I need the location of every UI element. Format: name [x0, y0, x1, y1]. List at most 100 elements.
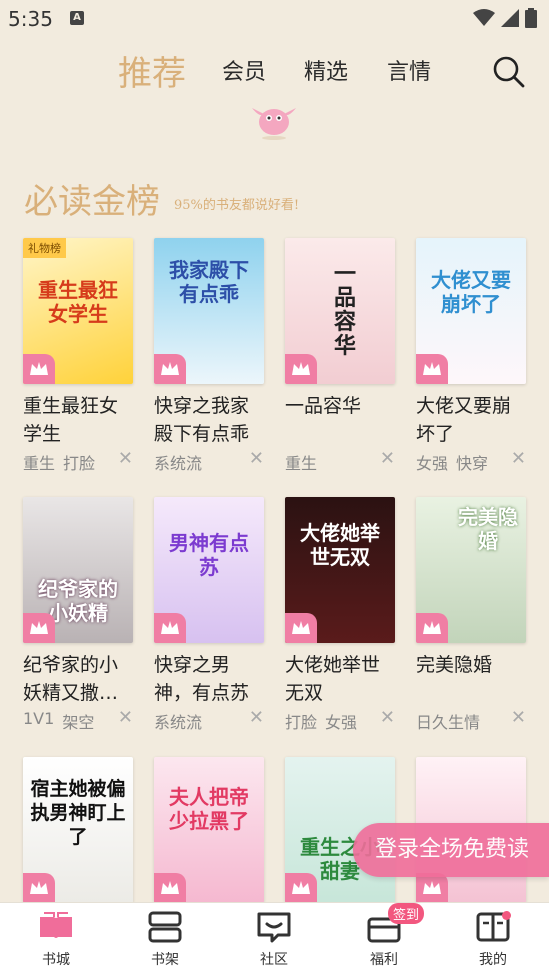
bottom-nav-label: 社区: [260, 952, 288, 968]
book-tags: 系统流 ✕: [154, 707, 266, 732]
cover-title: 重生最狂女学生: [38, 278, 118, 326]
crown-icon: [285, 613, 317, 643]
cover-title: 大佬她举世无双: [300, 521, 380, 569]
tab-romance[interactable]: 言情: [387, 54, 431, 86]
book-card[interactable]: 纪爷家的小妖精 纪爷家的小妖精又撒… 1V1 架空 ✕: [23, 497, 135, 732]
bottom-nav-community[interactable]: 社区: [234, 909, 314, 969]
bottom-nav-bookstore[interactable]: 书城: [16, 909, 96, 969]
book-title[interactable]: 快穿之我家殿下有点乖: [154, 392, 266, 448]
cover-title: 男神有点苏: [169, 531, 249, 579]
chat-bubble-icon: [257, 912, 291, 943]
book-tags: 重生 ✕: [285, 448, 397, 473]
book-tags: 打脸 女强 ✕: [285, 707, 397, 732]
bottom-nav-welfare[interactable]: 签到 福利: [344, 903, 425, 969]
book-tags: 1V1 架空 ✕: [23, 707, 135, 732]
crown-icon: [23, 354, 55, 384]
battery-icon: [525, 8, 537, 28]
book-cover[interactable]: 我家殿下有点乖: [154, 238, 264, 384]
login-free-read-button[interactable]: 登录全场免费读: [353, 823, 549, 877]
tag: 打脸: [63, 454, 96, 473]
bottom-nav-profile[interactable]: 我的: [453, 909, 533, 969]
book-card[interactable]: 大佬又要崩坏了 大佬又要崩坏了 女强 快穿 ✕: [416, 238, 528, 473]
book-card[interactable]: 我家殿下有点乖 快穿之我家殿下有点乖 系统流 ✕: [154, 238, 266, 473]
tag: 女强: [325, 713, 358, 732]
close-icon[interactable]: ✕: [380, 448, 395, 469]
tag: 1V1: [23, 709, 55, 728]
section-subtitle: 95%的书友都说好看!: [174, 198, 300, 213]
book-cover[interactable]: 大佬又要崩坏了: [416, 238, 526, 384]
book-card[interactable]: 大佬她举世无双 大佬她举世无双 打脸 女强 ✕: [285, 497, 397, 732]
crown-icon: [285, 873, 317, 903]
signal-icon: [501, 9, 519, 27]
book-title[interactable]: 重生最狂女学生: [23, 392, 135, 448]
crown-icon: [285, 354, 317, 384]
bottom-nav-label: 书架: [151, 952, 179, 968]
close-icon[interactable]: ✕: [511, 707, 526, 728]
cover-title: 宿主她被偏执男神盯上了: [30, 778, 126, 848]
crown-icon: [154, 873, 186, 903]
book-title[interactable]: 完美隐婚: [416, 651, 528, 707]
tag: 系统流: [154, 454, 203, 473]
status-bar: 5:35 A: [0, 0, 549, 38]
close-icon[interactable]: ✕: [118, 448, 133, 469]
crown-icon: [23, 873, 55, 903]
book-cover[interactable]: 礼物榜 重生最狂女学生: [23, 238, 133, 384]
close-icon[interactable]: ✕: [249, 707, 264, 728]
book-cover[interactable]: 一品容华: [285, 238, 395, 384]
tag: 快穿: [456, 454, 489, 473]
close-icon[interactable]: ✕: [380, 707, 395, 728]
bottom-nav-label: 福利: [370, 952, 398, 968]
bottom-nav-label: 书城: [42, 952, 70, 968]
book-card[interactable]: 宿主她被偏执男神盯上了: [23, 757, 135, 903]
tag: 架空: [62, 713, 95, 732]
close-icon[interactable]: ✕: [511, 448, 526, 469]
book-card[interactable]: 完美隐婚 完美隐婚 日久生情 ✕: [416, 497, 528, 732]
book-card[interactable]: 礼物榜 重生最狂女学生 重生最狂女学生 重生 打脸 ✕: [23, 238, 135, 473]
tab-recommend[interactable]: 推荐: [118, 46, 186, 95]
bottom-nav: 书城 书架 社区 签到 福利 我的: [0, 902, 549, 976]
top-nav: 推荐 会员 精选 言情: [0, 44, 549, 100]
book-card[interactable]: 男神有点苏 快穿之男神，有点苏 系统流 ✕: [154, 497, 266, 732]
book-cover[interactable]: 夫人把帝少拉黑了: [154, 757, 264, 903]
book-title[interactable]: 大佬又要崩坏了: [416, 392, 528, 448]
tag: 打脸: [285, 713, 318, 732]
book-title[interactable]: 快穿之男神，有点苏: [154, 651, 266, 707]
tag: 日久生情: [416, 713, 481, 732]
crown-icon: [23, 613, 55, 643]
tab-featured[interactable]: 精选: [304, 54, 348, 86]
close-icon[interactable]: ✕: [249, 448, 264, 469]
search-button[interactable]: [491, 54, 527, 90]
tag: 女强: [416, 454, 449, 473]
book-cover[interactable]: 纪爷家的小妖精: [23, 497, 133, 643]
tag: 重生: [23, 454, 56, 473]
book-title[interactable]: 大佬她举世无双: [285, 651, 397, 707]
book-cover[interactable]: 宿主她被偏执男神盯上了: [23, 757, 133, 903]
book-title[interactable]: 一品容华: [285, 392, 397, 448]
crown-icon: [416, 873, 448, 903]
status-time: 5:35: [8, 7, 53, 31]
tag: 系统流: [154, 713, 203, 732]
search-icon: [493, 56, 525, 88]
book-tags: 系统流 ✕: [154, 448, 266, 473]
book-cover[interactable]: 大佬她举世无双: [285, 497, 395, 643]
notification-dot: [502, 911, 511, 920]
crown-icon: [154, 354, 186, 384]
book-tags: 女强 快穿 ✕: [416, 448, 528, 473]
book-card[interactable]: 夫人把帝少拉黑了: [154, 757, 266, 903]
section-title: 必读金榜: [24, 182, 160, 222]
book-cover[interactable]: 男神有点苏: [154, 497, 264, 643]
close-icon[interactable]: ✕: [118, 707, 133, 728]
checkin-badge: 签到: [388, 903, 425, 924]
tab-member[interactable]: 会员: [222, 54, 266, 86]
bottom-nav-bookshelf[interactable]: 书架: [125, 909, 205, 969]
bottom-nav-label: 我的: [479, 952, 507, 968]
book-tags: 重生 打脸 ✕: [23, 448, 135, 473]
book-cover[interactable]: 完美隐婚: [416, 497, 526, 643]
cover-title: 夫人把帝少拉黑了: [169, 785, 249, 833]
book-card[interactable]: 一品容华 一品容华 重生 ✕: [285, 238, 397, 473]
cover-title: 大佬又要崩坏了: [431, 268, 511, 316]
crown-icon: [154, 613, 186, 643]
wifi-icon: [473, 9, 495, 26]
book-open-icon: [40, 912, 72, 938]
book-title[interactable]: 纪爷家的小妖精又撒…: [23, 651, 135, 707]
